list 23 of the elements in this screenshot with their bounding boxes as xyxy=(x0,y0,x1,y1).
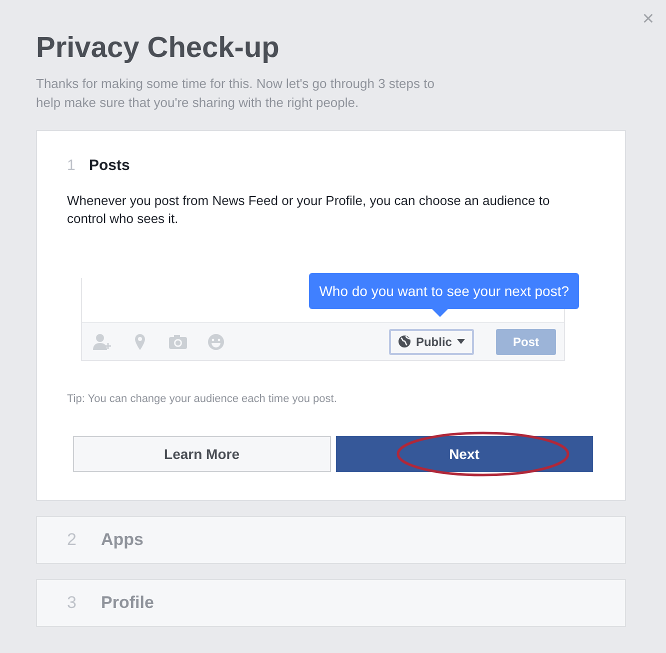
smiley-icon[interactable] xyxy=(206,332,226,350)
close-button[interactable]: × xyxy=(640,9,656,29)
step-description: Whenever you post from News Feed or your Profile, you can choose an audience to control who sees it. xyxy=(67,192,551,228)
step-number: 1 xyxy=(67,157,76,174)
step-card[interactable]: 3 Profile xyxy=(36,579,626,627)
step-title: Profile xyxy=(101,593,154,613)
camera-icon[interactable] xyxy=(168,332,188,350)
tooltip-pointer-icon xyxy=(432,309,448,317)
learn-more-button[interactable]: Learn More xyxy=(73,436,330,472)
tip-text: Tip: You can change your audience each time you post. xyxy=(67,393,338,405)
post-button[interactable]: Post xyxy=(496,328,556,354)
add-person-icon[interactable] xyxy=(92,332,112,350)
step-title: Posts xyxy=(89,157,130,174)
dialog-title: Privacy Check-up xyxy=(36,32,280,65)
audience-selector[interactable]: Public xyxy=(388,328,474,354)
step-number: 2 xyxy=(67,530,77,550)
step-card[interactable]: 2 Apps xyxy=(36,516,626,564)
dialog-subtitle: Thanks for making some time for this. Now let's go through 3 steps to help make sure that you're sharing with the right people. xyxy=(36,75,436,112)
step-title: Apps xyxy=(101,530,144,550)
tooltip: Who do you want to see your next post? xyxy=(309,273,579,317)
caret-icon xyxy=(456,339,465,344)
globe-icon xyxy=(398,335,411,348)
step-number: 3 xyxy=(67,593,77,613)
